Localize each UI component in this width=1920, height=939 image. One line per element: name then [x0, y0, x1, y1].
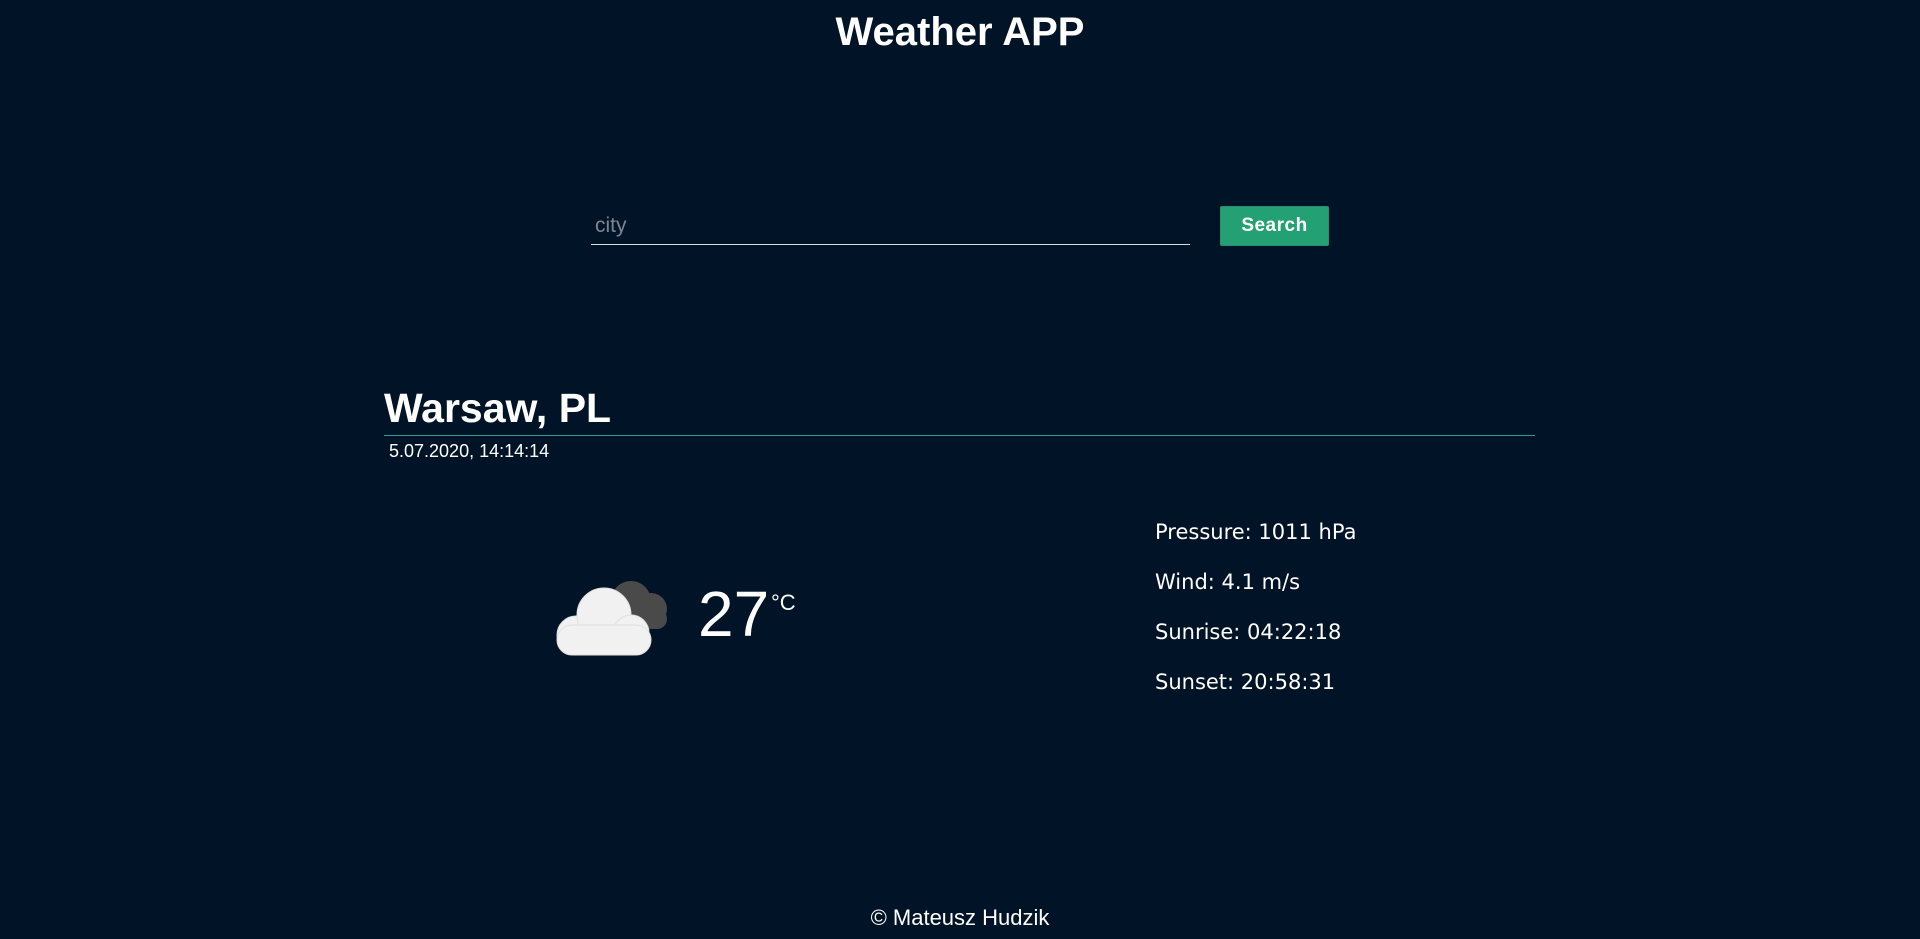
date-time: 5.07.2020, 14:14:14 [389, 441, 550, 461]
pressure-text: Pressure: 1011 hPa [1155, 520, 1357, 544]
temperature-unit: °C [771, 590, 796, 615]
search-button[interactable]: Search [1220, 206, 1329, 246]
sunset-text: Sunset: 20:58:31 [1155, 670, 1336, 694]
weather-details: Pressure: 1011 hPa Wind: 4.1 m/s Sunrise… [1155, 517, 1356, 717]
city-divider [384, 435, 1535, 436]
weather-app-page: Weather APP Search Warsaw, PL 5.07.2020,… [0, 0, 1920, 939]
app-title: Weather APP [835, 10, 1085, 54]
wind-text: Wind: 4.1 m/s [1155, 570, 1301, 594]
city-search-input[interactable] [591, 207, 1190, 245]
footer-credit: © Mateusz Hudzik [870, 905, 1050, 930]
cloud-icon [556, 581, 667, 656]
temperature-value: 27 [698, 578, 770, 650]
city-name: Warsaw, PL [384, 385, 612, 431]
sunrise-text: Sunrise: 04:22:18 [1155, 620, 1342, 644]
